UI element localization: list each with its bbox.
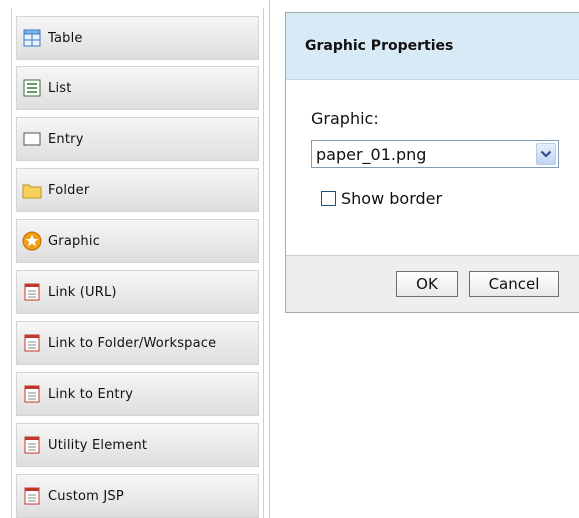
ok-button[interactable]: OK: [396, 271, 458, 297]
link-entry-icon: [22, 384, 42, 404]
palette-item-label: Table: [48, 30, 83, 46]
cancel-button[interactable]: Cancel: [469, 271, 559, 297]
show-border-row: Show border: [321, 189, 442, 208]
palette-item-link-folder[interactable]: Link to Folder/Workspace: [16, 321, 259, 365]
palette-item-label: Graphic: [48, 233, 101, 249]
dialog-title-bar: Graphic Properties: [286, 13, 579, 80]
graphic-select[interactable]: paper_01.png: [311, 140, 559, 168]
palette-item-folder[interactable]: Folder: [16, 168, 259, 212]
palette-item-label: Link (URL): [48, 284, 117, 300]
list-icon: [22, 78, 42, 98]
element-palette: Table List Entry Folder Graphic Link (UR…: [11, 8, 264, 518]
palette-item-label: Utility Element: [48, 437, 148, 453]
show-border-checkbox[interactable]: [321, 191, 336, 206]
link-folder-icon: [22, 333, 42, 353]
palette-item-label: Link to Folder/Workspace: [48, 335, 217, 351]
palette-item-label: Folder: [48, 182, 90, 198]
palette-item-list[interactable]: List: [16, 66, 259, 110]
custom-jsp-icon: [22, 486, 42, 506]
palette-item-label: List: [48, 80, 72, 96]
dialog-footer: OK Cancel: [286, 255, 579, 312]
table-icon: [22, 28, 42, 48]
palette-item-link-entry[interactable]: Link to Entry: [16, 372, 259, 416]
folder-icon: [22, 180, 42, 200]
palette-item-entry[interactable]: Entry: [16, 117, 259, 161]
graphic-label: Graphic:: [311, 109, 379, 128]
link-url-icon: [22, 282, 42, 302]
graphic-select-value: paper_01.png: [316, 144, 427, 164]
graphic-properties-dialog: Graphic Properties Graphic: paper_01.png…: [285, 12, 579, 313]
palette-item-link-url[interactable]: Link (URL): [16, 270, 259, 314]
graphic-star-icon: [22, 231, 42, 251]
palette-item-utility-element[interactable]: Utility Element: [16, 423, 259, 467]
palette-item-custom-jsp[interactable]: Custom JSP: [16, 474, 259, 518]
palette-item-label: Link to Entry: [48, 386, 134, 402]
entry-icon: [22, 129, 42, 149]
dialog-body: Graphic: paper_01.png Show border: [286, 80, 579, 255]
utility-element-icon: [22, 435, 42, 455]
palette-item-label: Custom JSP: [48, 488, 124, 504]
palette-item-graphic[interactable]: Graphic: [16, 219, 259, 263]
show-border-label: Show border: [341, 189, 443, 208]
dialog-title: Graphic Properties: [305, 38, 454, 54]
panel-divider: [269, 0, 270, 518]
chevron-down-icon[interactable]: [536, 143, 556, 165]
palette-item-table[interactable]: Table: [16, 16, 259, 60]
palette-item-label: Entry: [48, 131, 84, 147]
